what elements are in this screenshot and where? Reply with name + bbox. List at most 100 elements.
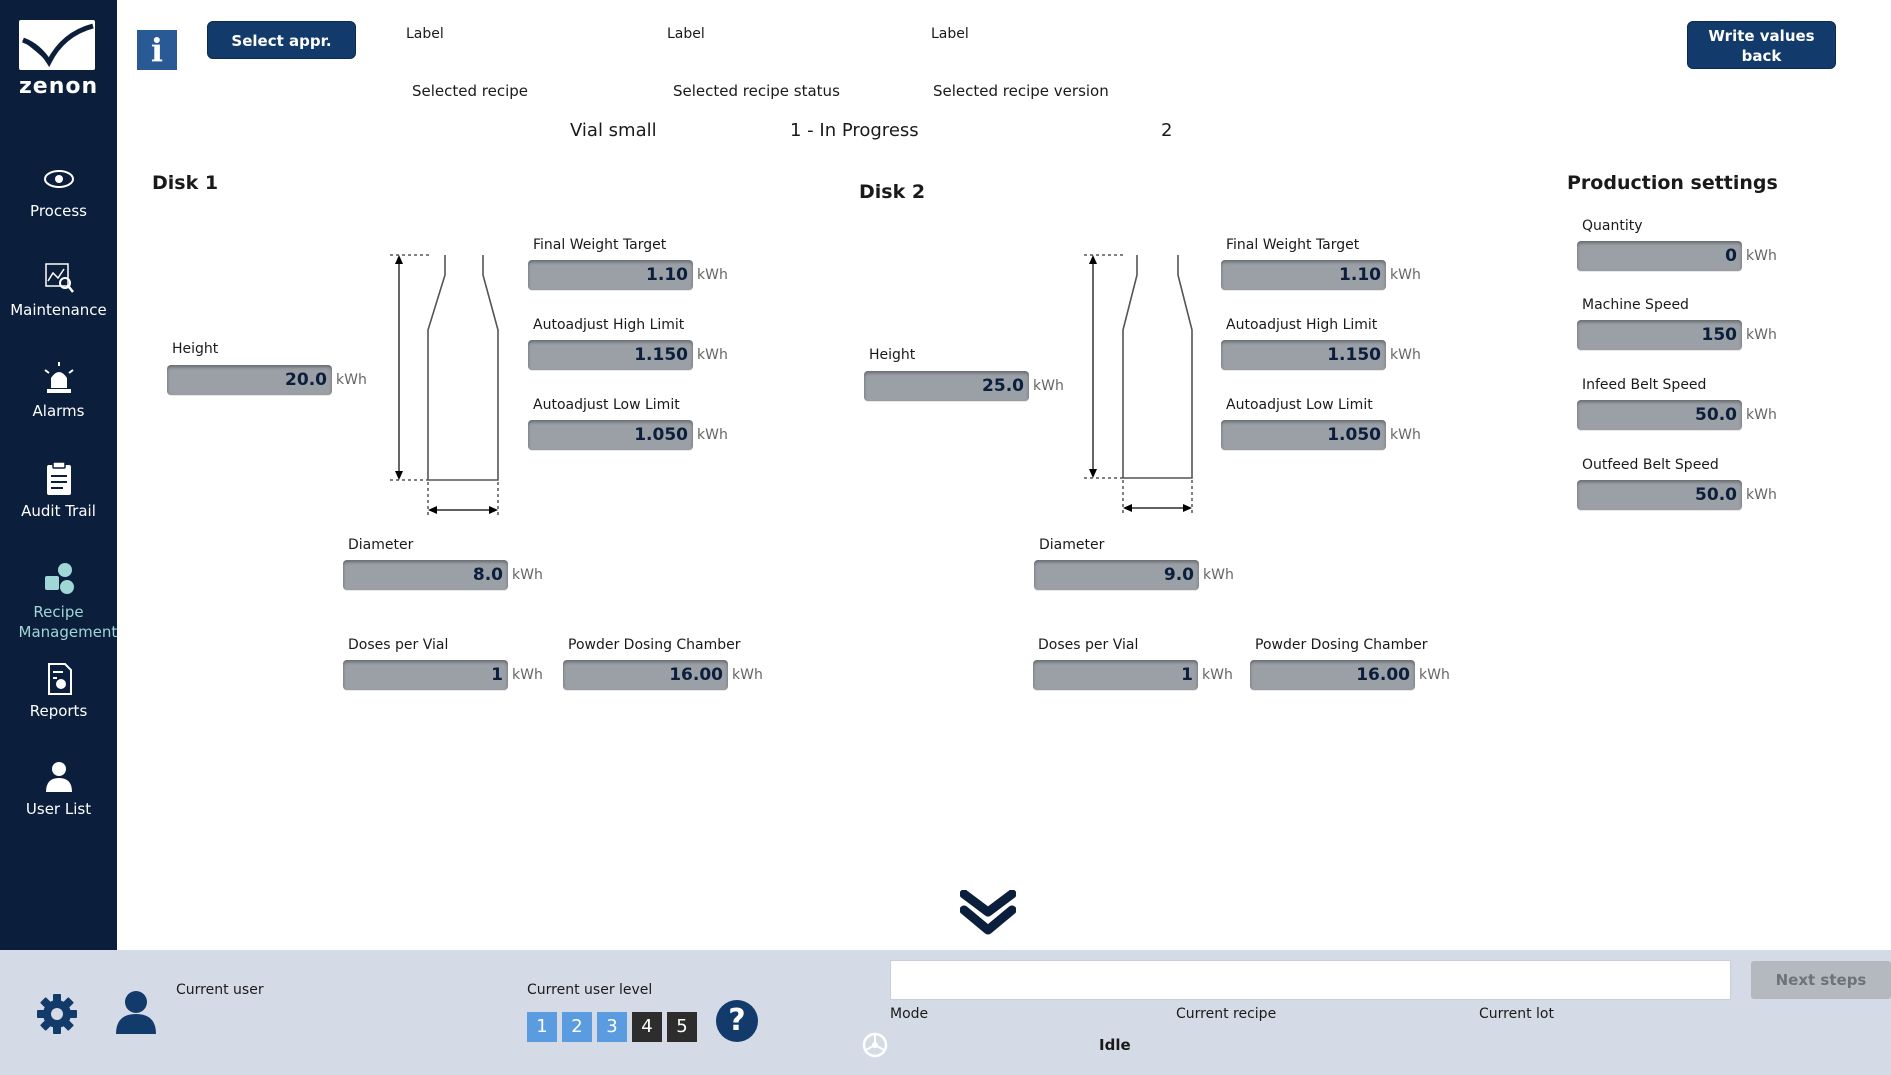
machine-speed-field[interactable]: 150 — [1577, 320, 1742, 350]
disk1-diameter-field[interactable]: 8.0 — [343, 560, 508, 590]
production-settings-title: Production settings — [1567, 172, 1778, 194]
infeed-speed-label: Infeed Belt Speed — [1582, 377, 1707, 393]
outfeed-speed-field[interactable]: 50.0 — [1577, 480, 1742, 510]
sidebar-item-alarms[interactable]: Alarms — [0, 362, 117, 420]
disk1-high-limit-label: Autoadjust High Limit — [533, 317, 685, 333]
quantity-field[interactable]: 0 — [1577, 241, 1742, 271]
selected-status-value: 1 - In Progress — [790, 120, 919, 141]
label-1: Label — [406, 26, 444, 42]
disk2-doses-unit: kWh — [1202, 667, 1233, 683]
disk1-diameter-label: Diameter — [348, 537, 414, 553]
write-back-line-2: to recipe — [1723, 67, 1800, 85]
help-icon: ? — [728, 1003, 746, 1038]
disk1-height-label: Height — [172, 341, 219, 357]
disk1-final-weight-label: Final Weight Target — [533, 237, 667, 253]
disk2-diameter-label: Diameter — [1039, 537, 1105, 553]
selected-version-value: 2 — [1161, 120, 1173, 141]
current-user-icon — [116, 991, 156, 1034]
disk2-doses-field[interactable]: 1 — [1033, 660, 1198, 690]
disk1-high-limit-field[interactable]: 1.150 — [528, 340, 693, 370]
current-user-caption: Current user — [176, 982, 264, 998]
disk1-doses-label: Doses per Vial — [348, 637, 449, 653]
recipe-shapes-icon — [44, 563, 74, 594]
disk2-diameter-field[interactable]: 9.0 — [1034, 560, 1199, 590]
disk2-chamber-label: Powder Dosing Chamber — [1255, 637, 1428, 653]
zenon-logo: zenon — [19, 20, 97, 99]
disk2-chamber-field[interactable]: 16.00 — [1250, 660, 1415, 690]
expand-chevron-icon[interactable] — [960, 890, 1016, 936]
disk1-height-unit: kWh — [336, 372, 367, 388]
disk2-final-weight-field[interactable]: 1.10 — [1221, 260, 1386, 290]
sidebar-item-label: Process — [30, 202, 87, 220]
settings-gear-icon[interactable] — [36, 993, 78, 1035]
report-icon — [47, 663, 72, 695]
sidebar-item-label: Recipe Management — [18, 603, 118, 641]
write-back-line-1: Write values back — [1708, 27, 1815, 65]
selected-version-caption: Selected recipe version — [933, 82, 1109, 100]
disk2-final-weight-label: Final Weight Target — [1226, 237, 1360, 253]
disk2-final-weight-unit: kWh — [1390, 267, 1421, 283]
infeed-speed-field[interactable]: 50.0 — [1577, 400, 1742, 430]
disk2-high-limit-field[interactable]: 1.150 — [1221, 340, 1386, 370]
disk1-low-limit-unit: kWh — [697, 427, 728, 443]
disk2-low-limit-unit: kWh — [1390, 427, 1421, 443]
label-2: Label — [667, 26, 705, 42]
user-level-4[interactable]: 4 — [632, 1012, 662, 1042]
help-button[interactable]: ? — [716, 1000, 758, 1042]
disk1-low-limit-field[interactable]: 1.050 — [528, 420, 693, 450]
current-user-level-caption: Current user level — [527, 982, 653, 998]
sidebar-item-process[interactable]: Process — [0, 162, 117, 220]
disk2-title: Disk 2 — [859, 181, 926, 203]
disk1-title: Disk 1 — [152, 172, 219, 194]
selected-recipe-value: Vial small — [570, 120, 657, 141]
sidebar-item-label: Audit Trail — [21, 502, 96, 520]
disk1-chamber-unit: kWh — [732, 667, 763, 683]
info-icon: i — [150, 31, 164, 69]
sidebar-item-label: User List — [25, 800, 92, 818]
sidebar-item-maintenance[interactable]: Maintenance — [0, 261, 117, 319]
message-box — [890, 960, 1731, 1000]
disk2-vial-diagram — [1084, 254, 1193, 516]
disk2-height-field[interactable]: 25.0 — [864, 371, 1029, 401]
disk1-doses-field[interactable]: 1 — [343, 660, 508, 690]
eye-icon — [43, 170, 74, 188]
disk2-height-unit: kWh — [1033, 378, 1064, 394]
user-icon — [45, 762, 72, 792]
machine-speed-unit: kWh — [1746, 327, 1777, 343]
disk1-high-limit-unit: kWh — [697, 347, 728, 363]
user-level-1[interactable]: 1 — [527, 1012, 557, 1042]
sidebar-item-audit-trail[interactable]: Audit Trail — [0, 462, 117, 520]
user-level-2[interactable]: 2 — [562, 1012, 592, 1042]
alarm-light-icon — [43, 362, 74, 393]
current-lot-caption: Current lot — [1479, 1006, 1554, 1022]
outfeed-speed-unit: kWh — [1746, 487, 1777, 503]
disk2-low-limit-field[interactable]: 1.050 — [1221, 420, 1386, 450]
disk2-chamber-unit: kWh — [1419, 667, 1450, 683]
disk1-height-field[interactable]: 20.0 — [167, 365, 332, 395]
sidebar: zenon Process Maintenance Alarms Audit T… — [0, 0, 117, 950]
next-steps-button[interactable]: Next steps — [1751, 961, 1891, 999]
sidebar-item-user-list[interactable]: User List — [0, 760, 117, 818]
sidebar-item-reports[interactable]: Reports — [0, 662, 117, 720]
mode-caption: Mode — [890, 1006, 929, 1022]
info-button[interactable]: i — [137, 30, 177, 70]
selected-recipe-caption: Selected recipe — [412, 82, 529, 100]
sidebar-item-label: Alarms — [32, 402, 85, 420]
disk1-chamber-field[interactable]: 16.00 — [563, 660, 728, 690]
select-recipe-button[interactable]: Select appr. recipe — [207, 21, 356, 88]
sidebar-item-recipe-management[interactable]: Recipe Management — [0, 562, 117, 642]
logo-mark — [19, 20, 95, 70]
disk1-doses-unit: kWh — [512, 667, 543, 683]
infeed-speed-unit: kWh — [1746, 407, 1777, 423]
user-level-5[interactable]: 5 — [667, 1012, 697, 1042]
user-level-3[interactable]: 3 — [597, 1012, 627, 1042]
machine-speed-label: Machine Speed — [1582, 297, 1689, 313]
clipboard-icon — [46, 462, 71, 495]
disk2-diameter-unit: kWh — [1203, 567, 1234, 583]
logo-text: zenon — [19, 74, 99, 99]
disk1-vial-diagram — [390, 254, 499, 518]
disk1-final-weight-field[interactable]: 1.10 — [528, 260, 693, 290]
chart-magnifier-icon — [44, 263, 74, 293]
mode-value: Idle — [1099, 1036, 1131, 1054]
write-values-back-button[interactable]: Write values back to recipe — [1687, 21, 1836, 85]
